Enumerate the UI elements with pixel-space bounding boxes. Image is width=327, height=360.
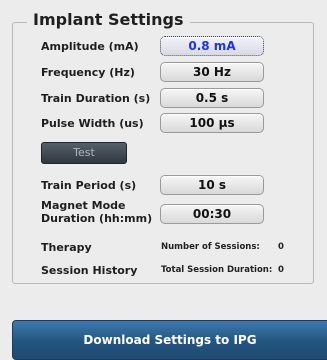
total-session-duration-label: Total Session Duration:	[161, 265, 273, 275]
train-period-label: Train Period (s)	[41, 179, 137, 192]
test-button[interactable]: Test	[41, 142, 127, 164]
section-title: Implant Settings	[27, 8, 190, 32]
magnet-mode-label-line1: Magnet Mode	[41, 199, 126, 212]
session-history-label: Session History	[41, 264, 138, 277]
implant-settings-panel: Implant Settings Amplitude (mA) 0.8 mA F…	[0, 0, 327, 360]
magnet-mode-label-line2: Duration (hh:mm)	[41, 212, 153, 225]
number-of-sessions-label: Number of Sessions:	[161, 242, 260, 252]
train-duration-value-field[interactable]: 0.5 s	[160, 88, 264, 108]
frequency-label: Frequency (Hz)	[41, 66, 135, 79]
train-duration-label: Train Duration (s)	[41, 92, 151, 105]
amplitude-label: Amplitude (mA)	[41, 40, 139, 53]
train-period-value-field[interactable]: 10 s	[160, 175, 264, 195]
frequency-value-field[interactable]: 30 Hz	[160, 62, 264, 82]
therapy-label: Therapy	[41, 241, 92, 254]
magnet-mode-duration-field[interactable]: 00:30	[160, 204, 264, 224]
pulse-width-value-field[interactable]: 100 µs	[160, 113, 264, 133]
number-of-sessions-value: 0	[278, 242, 284, 252]
pulse-width-label: Pulse Width (us)	[41, 117, 144, 130]
download-settings-button[interactable]: Download Settings to IPG	[12, 320, 327, 360]
amplitude-value-field[interactable]: 0.8 mA	[160, 36, 264, 56]
total-session-duration-value: 0	[278, 265, 284, 275]
